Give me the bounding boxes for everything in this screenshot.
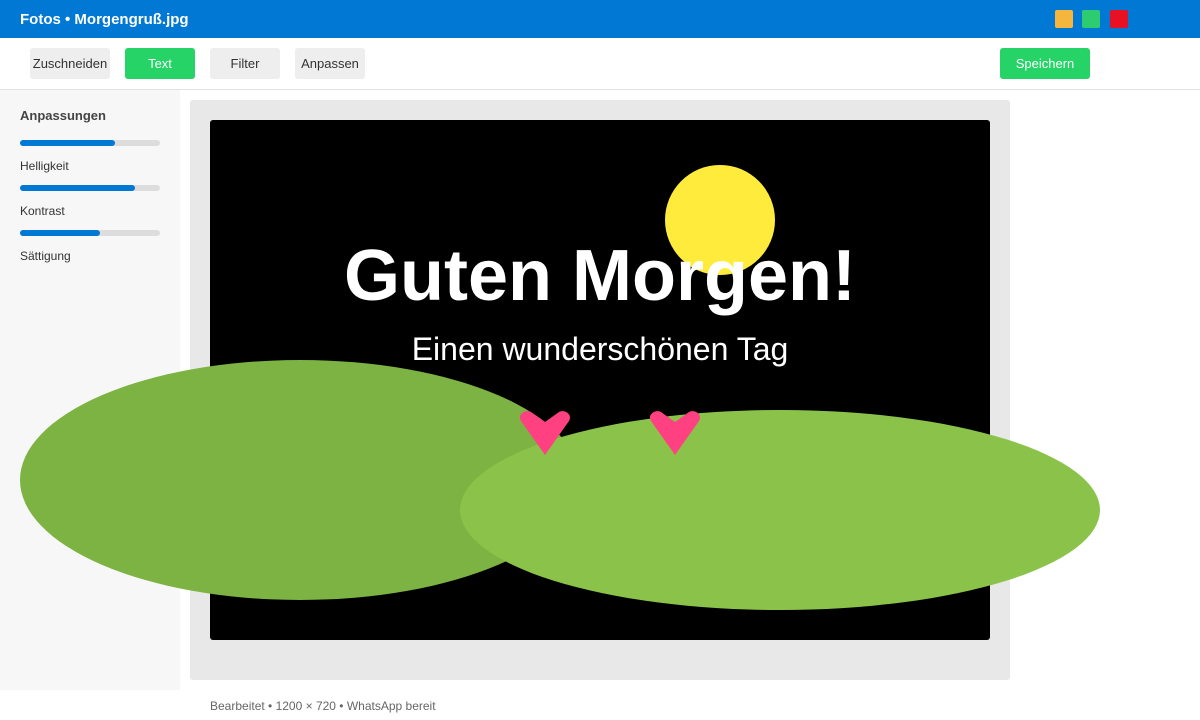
photo-canvas[interactable] [210, 120, 990, 640]
adjust-button[interactable]: Anpassen [295, 48, 365, 79]
headline-text[interactable]: Guten Morgen! [210, 238, 990, 314]
text-tool-button[interactable]: Text [125, 48, 195, 79]
contrast-slider[interactable] [20, 185, 160, 191]
saturation-label: Sättigung [20, 249, 71, 263]
contrast-slider-fill [20, 185, 135, 191]
filter-button[interactable]: Filter [210, 48, 280, 79]
crop-button[interactable]: Zuschneiden [30, 48, 110, 79]
title-bar: Fotos • Morgengruß.jpg [0, 0, 1200, 38]
saturation-slider-fill [20, 230, 100, 236]
toolbar: Zuschneiden Text Filter Anpassen Speiche… [0, 38, 1200, 90]
adjustments-sidebar: Anpassungen Helligkeit Kontrast Sättigun… [0, 90, 180, 690]
brightness-slider-fill [20, 140, 115, 146]
brightness-label: Helligkeit [20, 159, 69, 173]
maximize-button[interactable] [1082, 10, 1100, 28]
minimize-button[interactable] [1055, 10, 1073, 28]
brightness-slider[interactable] [20, 140, 160, 146]
status-bar: Bearbeitet • 1200 × 720 • WhatsApp berei… [210, 699, 436, 713]
sidebar-title: Anpassungen [20, 108, 106, 123]
saturation-slider[interactable] [20, 230, 160, 236]
close-button[interactable] [1110, 10, 1128, 28]
subline-text[interactable]: Einen wunderschönen Tag [210, 330, 990, 368]
save-button[interactable]: Speichern [1000, 48, 1090, 79]
contrast-label: Kontrast [20, 204, 65, 218]
window-title: Fotos • Morgengruß.jpg [20, 11, 189, 28]
